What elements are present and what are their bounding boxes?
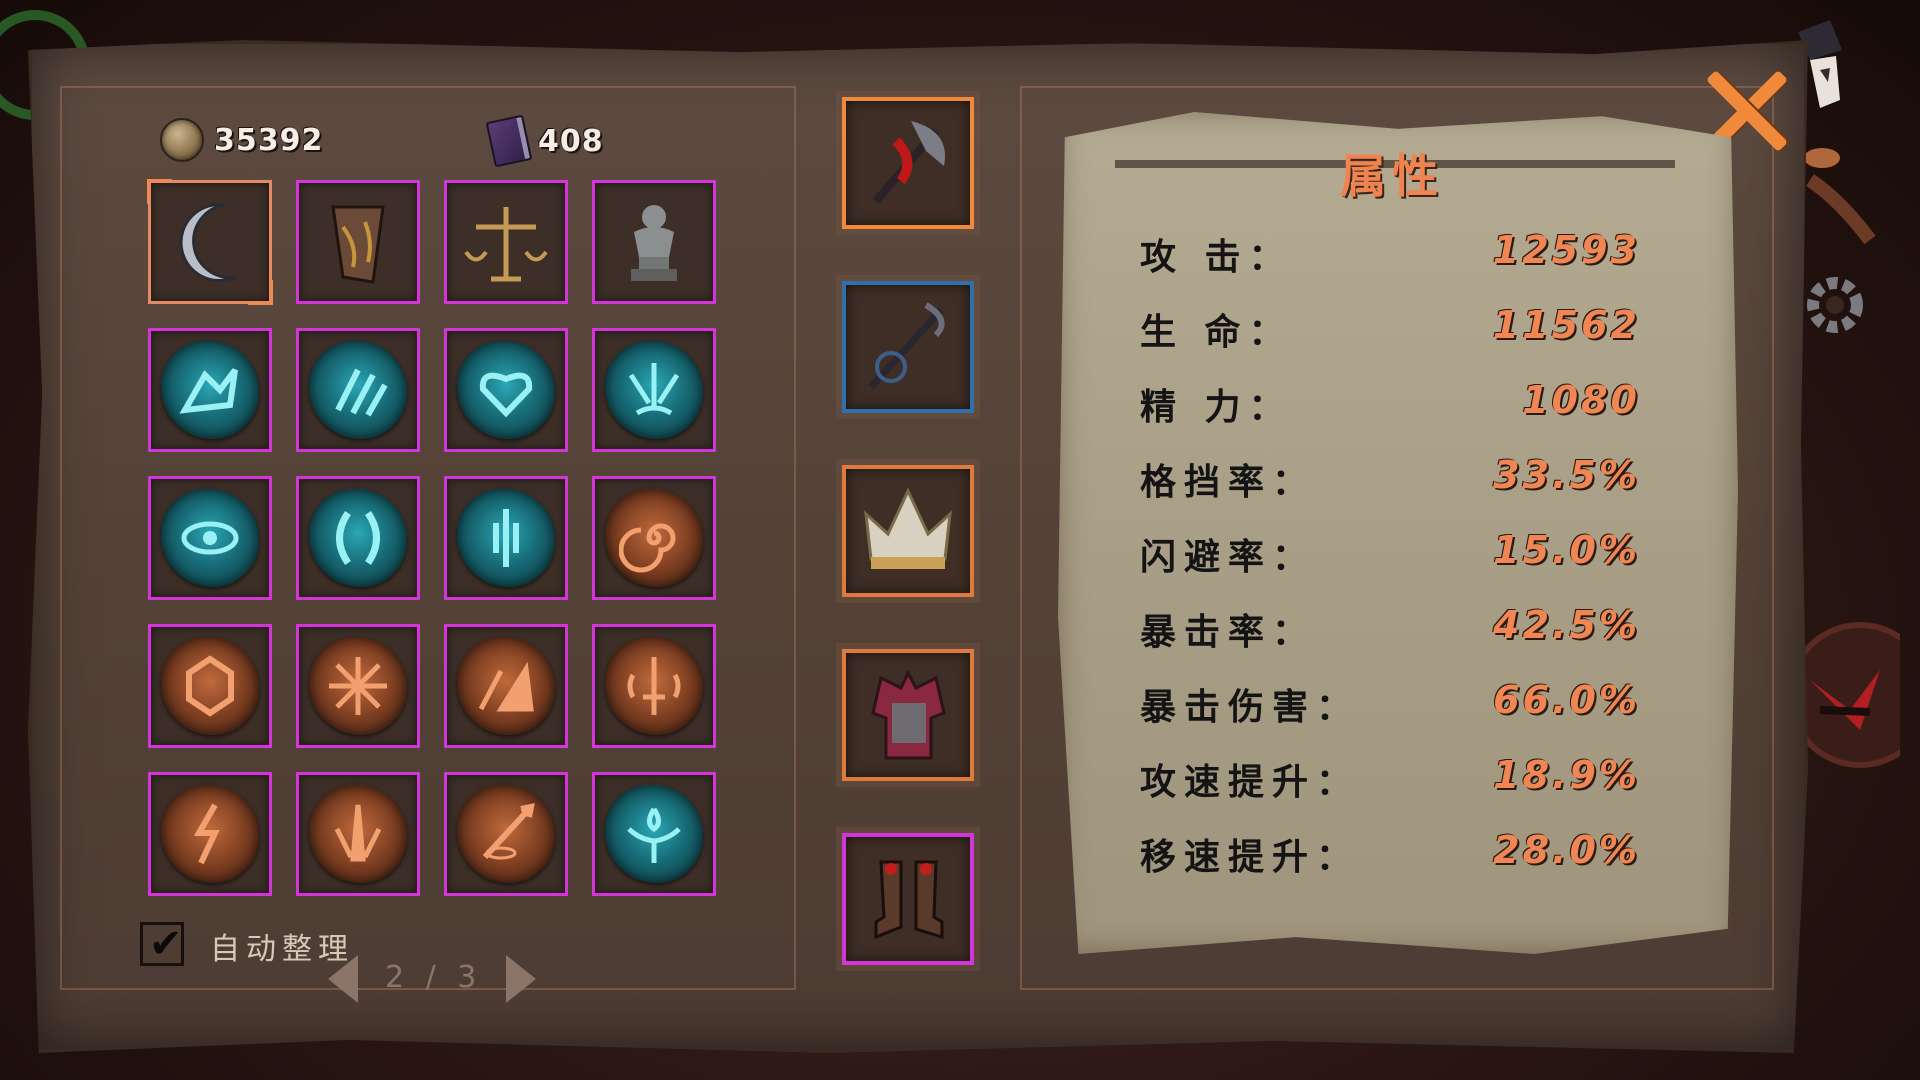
inventory-slot[interactable] (148, 624, 272, 748)
inventory-slot[interactable] (296, 328, 420, 452)
book-value: 408 (538, 123, 604, 159)
inventory-slot[interactable] (592, 772, 716, 896)
stat-label: 暴击伤害： (1140, 687, 1361, 728)
equipment-slot[interactable] (842, 649, 974, 781)
book-icon (485, 114, 533, 168)
stat-value: 1080 (1522, 378, 1640, 422)
checkmark-icon: ✔ (149, 921, 183, 967)
inventory-slot[interactable] (592, 624, 716, 748)
inventory-slot[interactable] (296, 772, 420, 896)
parenthesis-rune-icon (309, 489, 407, 587)
page-indicator: 2 / 3 (385, 960, 483, 995)
stat-row: 格挡率： 33.5% (1140, 453, 1640, 513)
stat-value: 33.5% (1493, 453, 1640, 497)
stat-label: 格挡率： (1140, 462, 1317, 503)
stat-label: 暴击率： (1140, 612, 1317, 653)
beast-rune-icon (161, 341, 259, 439)
stat-label: 生 命： (1140, 312, 1293, 353)
inventory-slot[interactable] (444, 180, 568, 304)
stat-value: 12593 (1492, 228, 1640, 272)
inventory-slot[interactable] (592, 328, 716, 452)
claw-rune-icon (309, 341, 407, 439)
stat-value: 15.0% (1493, 528, 1640, 572)
stat-row: 生 命： 11562 (1140, 303, 1640, 363)
stat-row: 精 力： 1080 (1140, 378, 1640, 438)
equipment-slot[interactable] (842, 97, 974, 229)
stat-row: 攻 击： 12593 (1140, 228, 1640, 288)
stat-row: 闪避率： 15.0% (1140, 528, 1640, 588)
coin-value: 35392 (214, 122, 324, 158)
stat-value: 18.9% (1493, 753, 1640, 797)
shield-rune-icon (161, 637, 259, 735)
inventory-slot[interactable] (444, 328, 568, 452)
statue-icon (609, 197, 699, 287)
equipment-slot[interactable] (842, 281, 974, 413)
inventory-slot[interactable] (148, 772, 272, 896)
stats-title: 属性 (1340, 149, 1444, 203)
equipment-slot[interactable] (842, 833, 974, 965)
inventory-slot[interactable] (296, 624, 420, 748)
inventory-slot[interactable] (592, 180, 716, 304)
stat-label: 攻速提升： (1140, 762, 1361, 803)
stat-value: 28.0% (1493, 828, 1640, 872)
coin-counter: 35392 (160, 118, 323, 162)
eye-rune-icon (161, 489, 259, 587)
inventory-slot[interactable] (296, 180, 420, 304)
stat-label: 攻 击： (1140, 237, 1293, 278)
inventory-slot[interactable] (444, 772, 568, 896)
drop-rune-icon (605, 785, 703, 883)
stat-row: 暴击伤害： 66.0% (1140, 678, 1640, 738)
stat-value: 66.0% (1493, 678, 1640, 722)
coin-icon (160, 118, 204, 162)
stat-row: 攻速提升： 18.9% (1140, 753, 1640, 813)
blade-rune-icon (605, 637, 703, 735)
tree-branch-decoration (1800, 140, 1880, 250)
star-rune-icon (309, 637, 407, 735)
stat-label: 精 力： (1140, 387, 1293, 428)
spike-rune-icon (309, 785, 407, 883)
scales-icon (461, 197, 551, 287)
stat-value: 11562 (1492, 303, 1640, 347)
prev-page-button[interactable] (328, 955, 358, 1003)
stat-label: 闪避率： (1140, 537, 1317, 578)
inventory-slot[interactable] (444, 476, 568, 600)
inventory-slot[interactable] (592, 476, 716, 600)
book-counter: 408 (485, 114, 604, 168)
gear-icon[interactable] (1800, 270, 1870, 340)
inventory-slot[interactable] (444, 624, 568, 748)
spiral-rune-icon (605, 489, 703, 587)
equipment-slot[interactable] (842, 465, 974, 597)
spear-rune-icon (457, 785, 555, 883)
next-page-button[interactable] (506, 955, 536, 1003)
stat-row: 移速提升： 28.0% (1140, 828, 1640, 888)
stat-value: 42.5% (1493, 603, 1640, 647)
stat-label: 移速提升： (1140, 837, 1361, 878)
bracer-icon (313, 197, 403, 287)
lightning-rune-icon (161, 785, 259, 883)
inventory-slot[interactable] (296, 476, 420, 600)
auto-sort-checkbox[interactable]: ✔ (140, 921, 184, 967)
inventory-slot[interactable] (148, 476, 272, 600)
crescent-moon-icon (165, 197, 255, 287)
stat-row: 暴击率： 42.5% (1140, 603, 1640, 663)
burst-rune-icon (605, 341, 703, 439)
inventory-slot[interactable] (147, 179, 273, 305)
heart-rune-icon (457, 341, 555, 439)
slash-rune-icon (457, 637, 555, 735)
sword-rune-icon (457, 489, 555, 587)
inventory-slot[interactable] (148, 328, 272, 452)
